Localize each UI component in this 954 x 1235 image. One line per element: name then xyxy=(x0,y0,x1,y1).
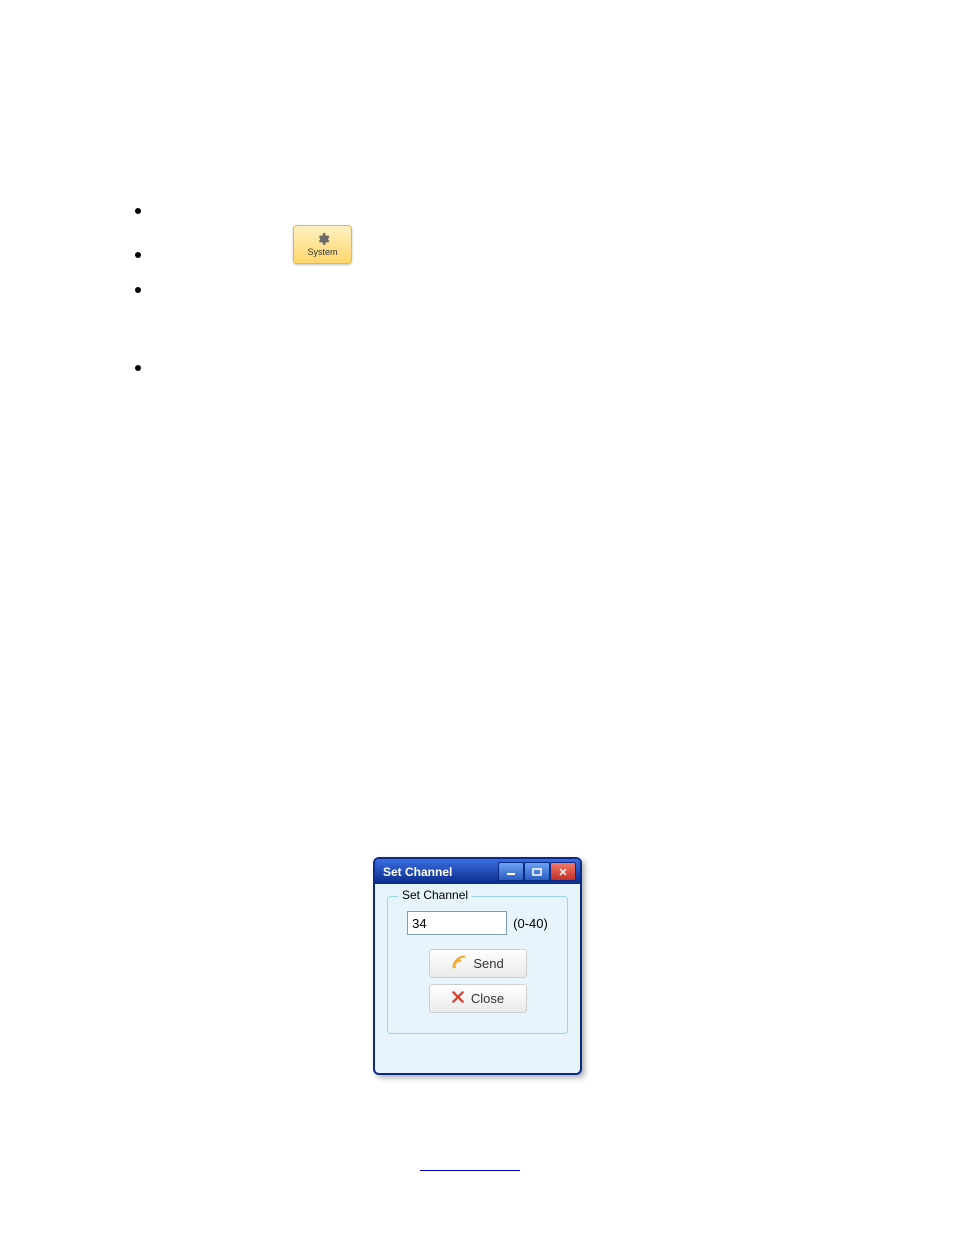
system-button[interactable]: System xyxy=(293,225,352,264)
send-button[interactable]: Send xyxy=(429,949,527,978)
fieldset-legend: Set Channel xyxy=(398,888,472,902)
bullet-dot xyxy=(135,365,141,371)
bullet-dot xyxy=(135,252,141,258)
maximize-icon xyxy=(532,868,542,876)
dialog-titlebar[interactable]: Set Channel xyxy=(375,859,580,884)
close-button[interactable]: Close xyxy=(429,984,527,1013)
gear-icon xyxy=(316,232,330,246)
system-button-label: System xyxy=(307,247,337,257)
send-icon xyxy=(451,954,467,973)
window-controls xyxy=(498,862,576,881)
bullet-dot xyxy=(135,208,141,214)
send-button-label: Send xyxy=(473,956,503,971)
bullet-dot xyxy=(135,287,141,293)
set-channel-fieldset: Set Channel (0-40) Send xyxy=(387,896,568,1034)
dialog-title: Set Channel xyxy=(383,865,452,879)
close-window-button[interactable] xyxy=(550,862,576,881)
channel-row: (0-40) xyxy=(398,911,557,935)
minimize-button[interactable] xyxy=(498,862,524,881)
close-icon xyxy=(558,868,568,876)
minimize-icon xyxy=(506,868,516,876)
close-x-icon xyxy=(451,990,465,1007)
link-underline[interactable] xyxy=(420,1170,520,1171)
set-channel-dialog: Set Channel Set Channel (0-40) xyxy=(373,857,582,1075)
dialog-body: Set Channel (0-40) Send xyxy=(375,884,580,1046)
channel-range-label: (0-40) xyxy=(513,916,548,931)
close-button-label: Close xyxy=(471,991,504,1006)
channel-input[interactable] xyxy=(407,911,507,935)
maximize-button[interactable] xyxy=(524,862,550,881)
